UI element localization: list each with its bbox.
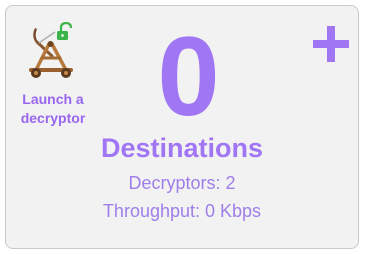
throughput-stat: Throughput: 0 Kbps [102,201,262,221]
destinations-title: Destinations [100,133,264,163]
decryptors-stat: Decryptors: 2 [128,173,236,193]
destinations-count: 0 [157,14,220,139]
destinations-card: Launch a decryptor 0 Destinations Decryp… [5,5,359,249]
launch-decryptor-button[interactable]: Launch a decryptor [14,22,92,128]
catapult-icon [29,22,73,78]
unlock-icon [57,22,73,40]
plus-icon [313,26,349,62]
launch-decryptor-label: Launch a decryptor [20,91,86,126]
add-destination-button[interactable] [313,26,349,62]
